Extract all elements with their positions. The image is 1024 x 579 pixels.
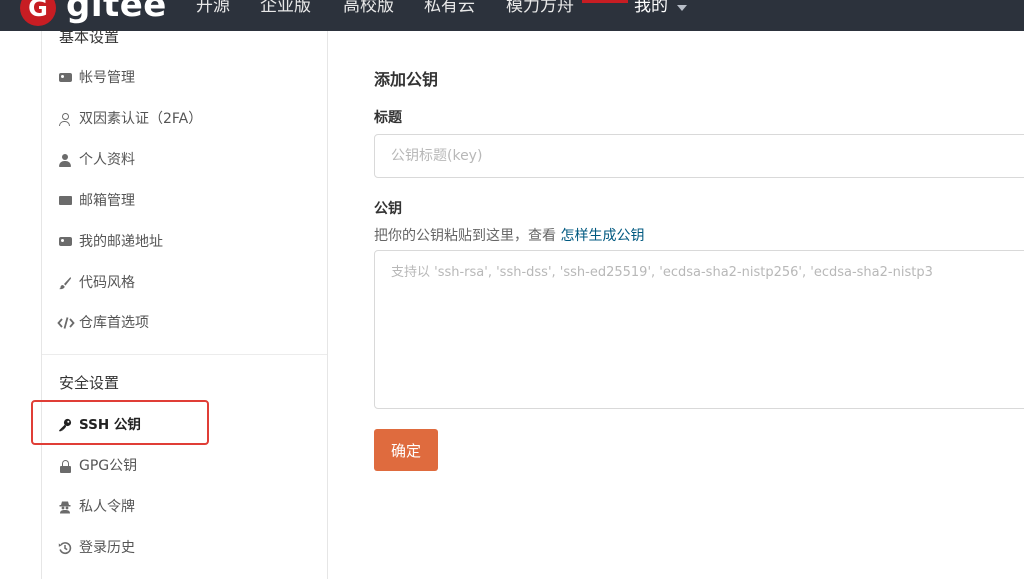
nav-item-private-cloud[interactable]: 私有云: [424, 0, 475, 21]
chevron-down-icon[interactable]: [677, 5, 687, 11]
logo-letter: G: [28, 0, 48, 22]
top-navbar: G gitee 开源 企业版 高校版 私有云 模力方舟 我的: [0, 0, 1024, 31]
sidebar-item-email[interactable]: 邮箱管理: [57, 188, 317, 214]
section-title-security-settings: 安全设置: [59, 374, 120, 392]
sidebar-border-left: [41, 31, 42, 579]
sidebar-item-label: 帐号管理: [79, 70, 135, 86]
sidebar-item-label: 邮箱管理: [79, 193, 135, 209]
user-shield-icon: [57, 111, 73, 127]
sidebar-item-label: GPG公钥: [79, 458, 138, 474]
public-key-hint: 把你的公钥粘贴到这里，查看 怎样生成公钥: [374, 226, 644, 246]
sidebar-border-right: [327, 31, 328, 579]
confirm-button[interactable]: 确定: [374, 429, 438, 471]
lock-icon: [57, 458, 73, 474]
sidebar-item-label: 双因素认证（2FA）: [79, 111, 203, 127]
public-key-hint-text: 把你的公钥粘贴到这里，查看: [374, 228, 561, 244]
paint-brush-icon: [57, 275, 73, 291]
sidebar-item-label: 私人令牌: [79, 499, 135, 515]
title-field-label: 标题: [374, 110, 402, 126]
id-card-icon: [57, 70, 73, 86]
sidebar-item-address[interactable]: 我的邮递地址: [57, 229, 317, 255]
sidebar-item-gpg-keys[interactable]: GPG公钥: [57, 453, 317, 479]
section-divider: [42, 354, 327, 355]
sidebar-item-label: 个人资料: [79, 152, 135, 168]
nav-item-education[interactable]: 高校版: [343, 0, 394, 21]
sidebar-item-login-history[interactable]: 登录历史: [57, 535, 317, 561]
nav-item-mine[interactable]: 我的: [634, 0, 668, 21]
user-secret-icon: [57, 499, 73, 515]
address-card-icon: [57, 234, 73, 250]
user-icon: [57, 152, 73, 168]
nav-accent-bar: [582, 0, 628, 3]
page-title: 添加公钥: [374, 70, 439, 89]
logo-text[interactable]: gitee: [66, 0, 167, 25]
history-icon: [57, 540, 73, 556]
gitee-logo-icon[interactable]: G: [20, 0, 56, 26]
sidebar-item-account[interactable]: 帐号管理: [57, 65, 317, 91]
sidebar-item-2fa[interactable]: 双因素认证（2FA）: [57, 106, 317, 132]
public-key-field-label: 公钥: [374, 201, 402, 217]
section-title-basic-settings: 基本设置: [59, 28, 120, 46]
sidebar-item-label: 我的邮递地址: [79, 234, 163, 250]
key-icon: [57, 417, 73, 433]
envelope-icon: [57, 193, 73, 209]
sidebar-item-repo-preferences[interactable]: 仓库首选项: [57, 310, 317, 336]
nav-item-enterprise[interactable]: 企业版: [260, 0, 311, 21]
sidebar-item-private-tokens[interactable]: 私人令牌: [57, 494, 317, 520]
public-key-textarea[interactable]: [374, 250, 1024, 409]
nav-item-moli-fangzhou[interactable]: 模力方舟: [506, 0, 574, 21]
sidebar-item-label: SSH 公钥: [79, 417, 141, 433]
code-icon: [57, 315, 75, 331]
how-to-generate-key-link[interactable]: 怎样生成公钥: [560, 228, 644, 244]
sidebar-item-label: 仓库首选项: [79, 315, 149, 331]
sidebar-item-code-style[interactable]: 代码风格: [57, 270, 317, 296]
key-title-input[interactable]: [374, 134, 1024, 178]
sidebar-item-ssh-keys[interactable]: SSH 公钥: [57, 412, 317, 438]
nav-item-open-source[interactable]: 开源: [196, 0, 230, 21]
sidebar-item-profile[interactable]: 个人资料: [57, 147, 317, 173]
sidebar-item-label: 登录历史: [79, 540, 135, 556]
sidebar-item-label: 代码风格: [79, 275, 135, 291]
